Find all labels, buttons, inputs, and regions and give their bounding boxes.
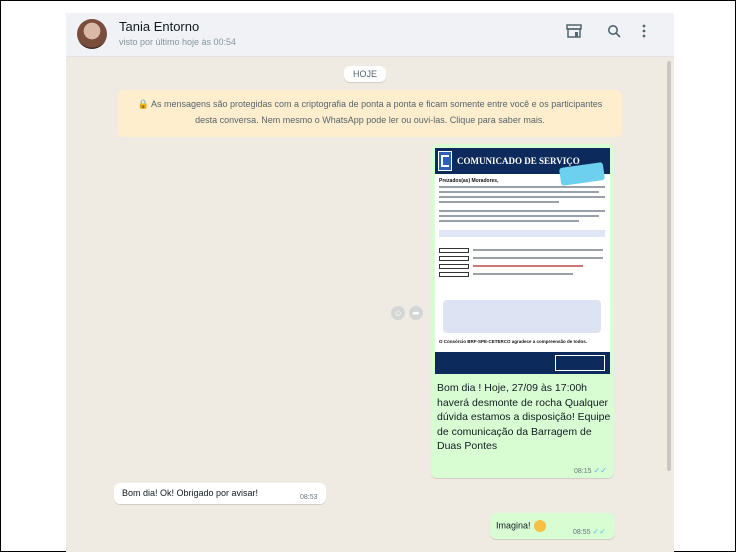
notice-image[interactable]: COMUNICADO DE SERVIÇO Prezados(as) Morad… xyxy=(435,148,610,374)
notice-row-icon xyxy=(439,272,469,277)
outgoing-message[interactable]: Imagina! 08:55 ✓✓ xyxy=(490,513,615,539)
notice-footer xyxy=(435,352,610,374)
notice-text-line xyxy=(439,186,605,188)
contact-name[interactable]: Tania Entorno xyxy=(119,19,199,34)
menu-icon[interactable] xyxy=(634,24,654,42)
emoji-reaction-icon[interactable]: ☺ xyxy=(391,306,405,320)
notice-text-line xyxy=(473,249,603,251)
smile-emoji-icon xyxy=(533,520,546,532)
contact-avatar[interactable] xyxy=(77,19,107,49)
notice-text-line xyxy=(439,210,605,212)
message-text: Imagina! xyxy=(496,520,546,532)
notice-text-line xyxy=(473,273,573,275)
notice-row-icon xyxy=(439,248,469,253)
message-time: 08:53 xyxy=(300,494,318,501)
chat-header[interactable]: Tania Entorno visto por último hoje às 0… xyxy=(66,13,674,57)
message-time: 08:15 ✓✓ xyxy=(574,466,607,475)
notice-info-box xyxy=(443,300,601,333)
last-seen-status: visto por último hoje às 00:54 xyxy=(119,37,237,47)
notice-text-line xyxy=(473,257,603,259)
notice-closing: O Consórcio BRF-SPE-CETERCO agradece a c… xyxy=(439,339,588,344)
storefront-icon[interactable] xyxy=(564,24,584,42)
notice-text-line xyxy=(439,191,599,193)
forward-icon[interactable]: ➦ xyxy=(409,306,423,320)
notice-phone-box xyxy=(555,355,605,371)
notice-text-line xyxy=(439,196,605,198)
notice-highlight-bar xyxy=(439,230,605,237)
notice-text-line xyxy=(473,265,583,267)
encryption-notice-line2: desta conversa. Nem mesmo o WhatsApp pod… xyxy=(195,115,545,125)
read-receipt-icon: ✓✓ xyxy=(592,527,606,536)
search-icon[interactable] xyxy=(604,24,624,42)
notice-row-icon xyxy=(439,264,469,269)
message-text: Bom dia! Ok! Obrigado por avisar! xyxy=(122,488,259,498)
consortium-logo xyxy=(438,151,452,171)
notice-row-icon xyxy=(439,256,469,261)
image-message[interactable]: COMUNICADO DE SERVIÇO Prezados(as) Morad… xyxy=(431,144,614,478)
read-receipt-icon: ✓✓ xyxy=(593,466,607,475)
image-caption: Bom dia ! Hoje, 27/09 às 17:00h haverá d… xyxy=(437,382,611,452)
incoming-message[interactable]: Bom dia! Ok! Obrigado por avisar! 08:53 xyxy=(114,483,326,504)
message-time: 08:55 ✓✓ xyxy=(573,527,606,536)
notice-salutation: Prezados(as) Moradores, xyxy=(439,178,499,184)
notice-text-line xyxy=(439,215,599,217)
encryption-notice[interactable]: 🔒 As mensagens são protegidas com a crip… xyxy=(118,90,622,137)
chat-panel: Tania Entorno visto por último hoje às 0… xyxy=(66,13,674,552)
notice-title: COMUNICADO DE SERVIÇO xyxy=(457,156,580,166)
notice-text-line xyxy=(439,201,559,203)
notice-text-line xyxy=(439,220,579,222)
encryption-notice-line1: 🔒 As mensagens são protegidas com a crip… xyxy=(137,99,603,109)
scrollbar[interactable] xyxy=(667,61,671,471)
day-separator: HOJE xyxy=(344,66,387,82)
